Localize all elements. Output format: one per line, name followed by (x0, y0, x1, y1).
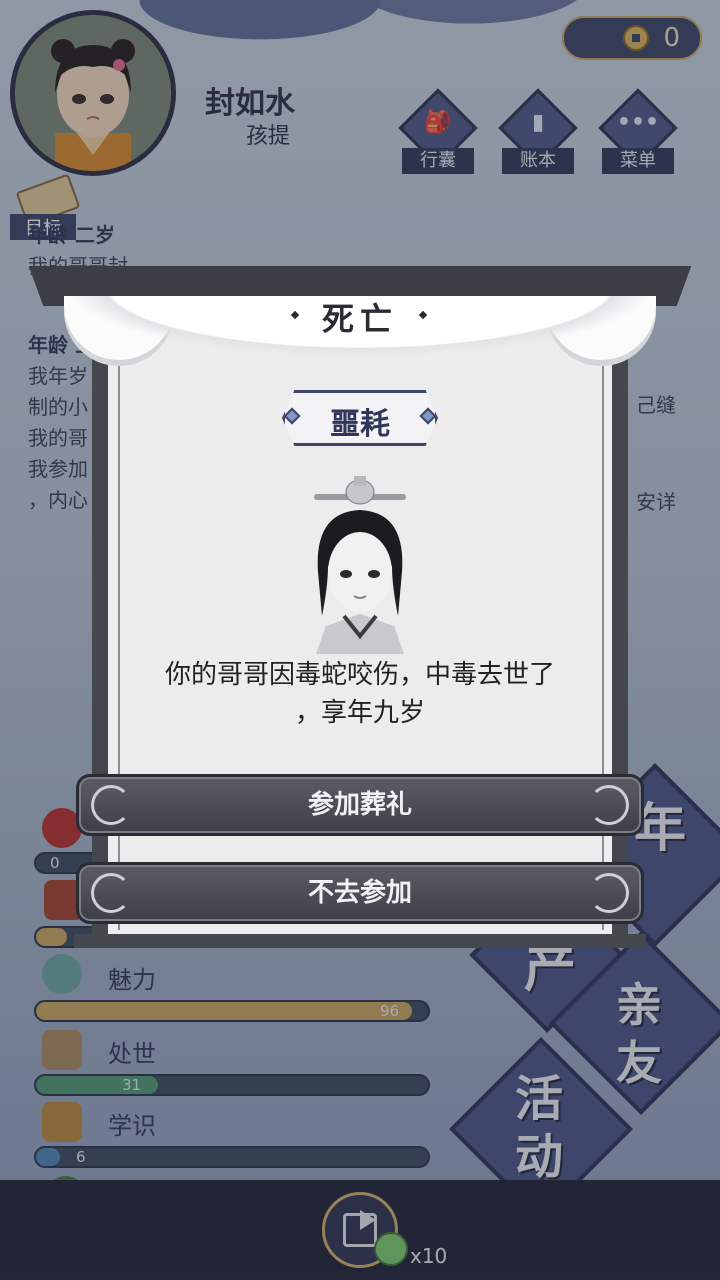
decline-funeral-label: 不去参加 (307, 878, 412, 908)
dialog-title: 死亡 (321, 300, 398, 338)
brother-ghost-icon (314, 476, 406, 654)
attend-funeral-button[interactable]: 参加葬礼 (76, 774, 644, 836)
attend-funeral-label: 参加葬礼 (307, 790, 412, 820)
decline-funeral-button[interactable]: 不去参加 (76, 862, 644, 924)
bad-news-label: 噩耗 (330, 407, 390, 442)
death-message: 你的哥哥因毒蛇咬伤，中毒去世了 ，享年九岁 (130, 656, 590, 732)
death-message-line: 你的哥哥因毒蛇咬伤，中毒去世了 (164, 660, 555, 690)
death-message-line: ，享年九岁 (294, 698, 425, 728)
brother-portrait (300, 476, 420, 654)
game-screen: 封如水 孩提 0 🎒 行囊 ▮ 账本 ••• 菜单 目标 年龄 二岁 我的哥哥封… (0, 0, 720, 1280)
dialog-base (74, 934, 646, 948)
